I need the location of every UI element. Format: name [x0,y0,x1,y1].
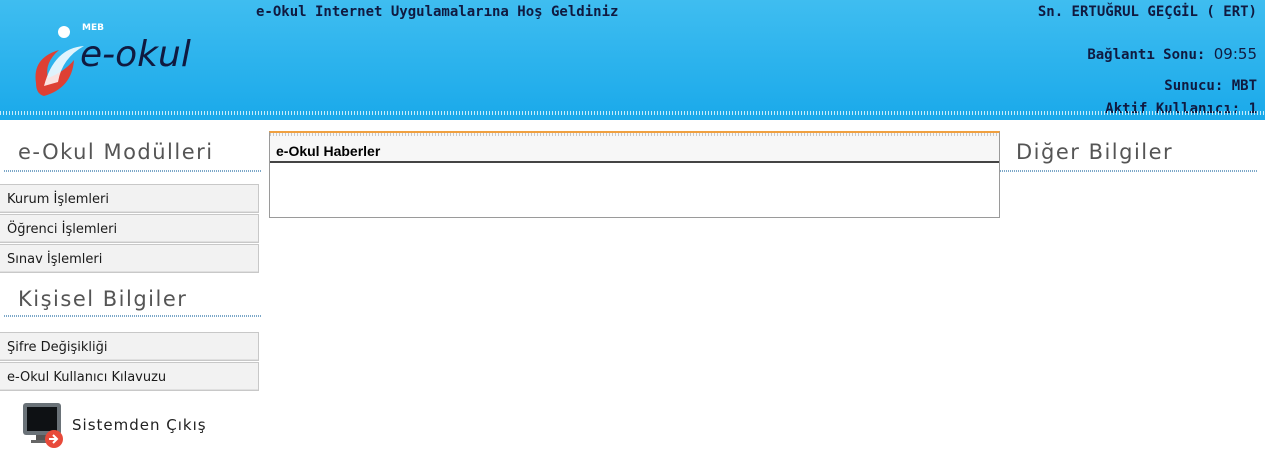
header-banner: MEB e-okul e-Okul Internet Uygulamaların… [0,0,1265,120]
server-info: Sunucu: MBT [1164,78,1257,94]
session-end-label: Bağlantı Sonu: [1087,47,1206,63]
modules-menu: Kurum İşlemleri Öğrenci İşlemleri Sınav … [0,184,259,274]
news-panel: e-Okul Haberler [269,131,1000,218]
news-header: e-Okul Haberler [270,133,999,163]
menu-item-sinav-islemleri[interactable]: Sınav İşlemleri [0,244,259,273]
e-okul-logo: MEB e-okul [35,23,191,96]
welcome-message: e-Okul Internet Uygulamalarına Hoş Geldi… [256,4,619,20]
session-end-time: 09:55 [1213,45,1257,63]
news-header-pattern [270,133,999,136]
personal-title-underline [4,315,262,317]
menu-item-kurum-islemleri[interactable]: Kurum İşlemleri [0,184,259,213]
monitor-logout-icon [23,403,63,448]
menu-item-ogrenci-islemleri[interactable]: Öğrenci İşlemleri [0,214,259,243]
other-info-title-underline [1000,170,1258,172]
logout-link[interactable]: Sistemden Çıkış [22,401,207,449]
modules-title: e-Okul Modülleri [18,140,214,164]
news-title: e-Okul Haberler [276,143,381,159]
menu-item-sifre-degisikligi[interactable]: Şifre Değişikliği [0,332,259,361]
other-info-title: Diğer Bilgiler [1016,140,1174,164]
menu-item-kullanici-kilavuzu[interactable]: e-Okul Kullanıcı Kılavuzu [0,362,259,391]
logo-text: e-okul [80,34,191,75]
logout-label: Sistemden Çıkış [72,416,207,434]
personal-title: Kişisel Bilgiler [18,287,188,311]
header-divider [0,111,1265,115]
news-content [270,163,999,215]
personal-menu: Şifre Değişikliği e-Okul Kullanıcı Kılav… [0,332,259,392]
user-name: Sn. ERTUĞRUL GEÇGİL ( ERT) [1037,4,1257,20]
session-end: Bağlantı Sonu: 09:55 [1087,45,1257,63]
modules-title-underline [4,170,262,172]
logo-badge: MEB [82,23,104,33]
